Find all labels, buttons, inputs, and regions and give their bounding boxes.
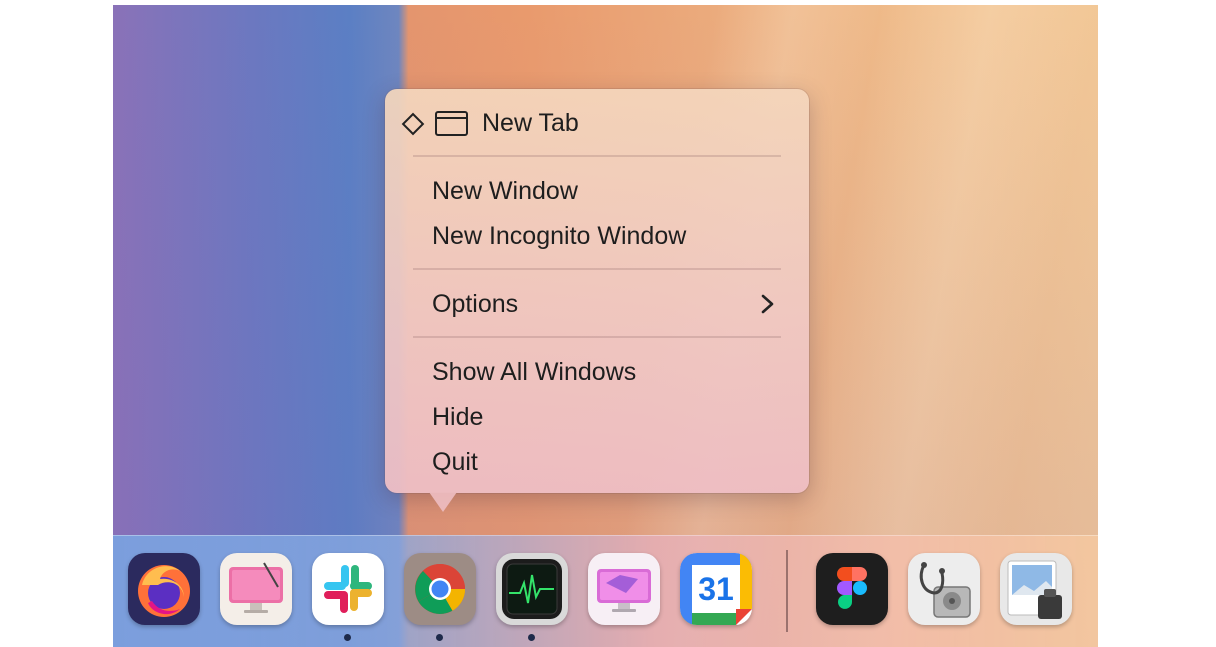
calendar-day: 31	[698, 571, 734, 607]
menu-item-new-incognito-window[interactable]: New Incognito Window	[432, 218, 686, 254]
menu-item-new-tab[interactable]: New Tab	[482, 105, 579, 141]
menu-item-options[interactable]: Options	[432, 286, 518, 322]
dock-app-google-calendar[interactable]: 31	[680, 553, 752, 625]
figma-icon	[837, 567, 867, 609]
dock-app-slack[interactable]	[312, 553, 384, 625]
slack-icon	[324, 565, 372, 613]
dock-context-menu: New Tab New Window New Incognito Window …	[385, 89, 809, 493]
cleanmymac-x-icon	[597, 569, 651, 612]
desktop: New Tab New Window New Incognito Window …	[113, 5, 1098, 647]
menu-item-new-window[interactable]: New Window	[432, 173, 578, 209]
dock-app-chrome[interactable]	[404, 553, 476, 625]
preview-icon	[1007, 560, 1062, 619]
dock-app-firefox[interactable]	[128, 553, 200, 625]
dock-app-preview[interactable]	[1000, 553, 1072, 625]
disk-utility-icon	[919, 562, 971, 618]
menu-pointer	[429, 492, 457, 512]
diamond-icon	[401, 112, 425, 136]
menu-item-show-all-windows[interactable]: Show All Windows	[432, 354, 636, 390]
dock-app-cleanmymac[interactable]	[220, 553, 292, 625]
dock-app-figma[interactable]	[816, 553, 888, 625]
dock-app-cleanmymac-x[interactable]	[588, 553, 660, 625]
activity-monitor-icon	[502, 559, 562, 619]
running-indicator	[528, 634, 535, 641]
window-tab-icon	[435, 111, 468, 136]
dock: 31	[113, 535, 1098, 647]
dock-app-disk-utility[interactable]	[908, 553, 980, 625]
menu-item-quit[interactable]: Quit	[432, 444, 478, 480]
menu-item-hide[interactable]: Hide	[432, 399, 483, 435]
firefox-icon	[138, 565, 190, 617]
chevron-right-icon	[761, 294, 774, 314]
running-indicator	[436, 634, 443, 641]
running-indicator	[344, 634, 351, 641]
chrome-icon	[415, 564, 465, 614]
menu-separator	[413, 155, 781, 157]
dock-divider	[786, 550, 788, 632]
cleanmymac-icon	[229, 562, 283, 613]
dock-app-activity-monitor[interactable]	[496, 553, 568, 625]
menu-separator	[413, 336, 781, 338]
menu-separator	[413, 268, 781, 270]
